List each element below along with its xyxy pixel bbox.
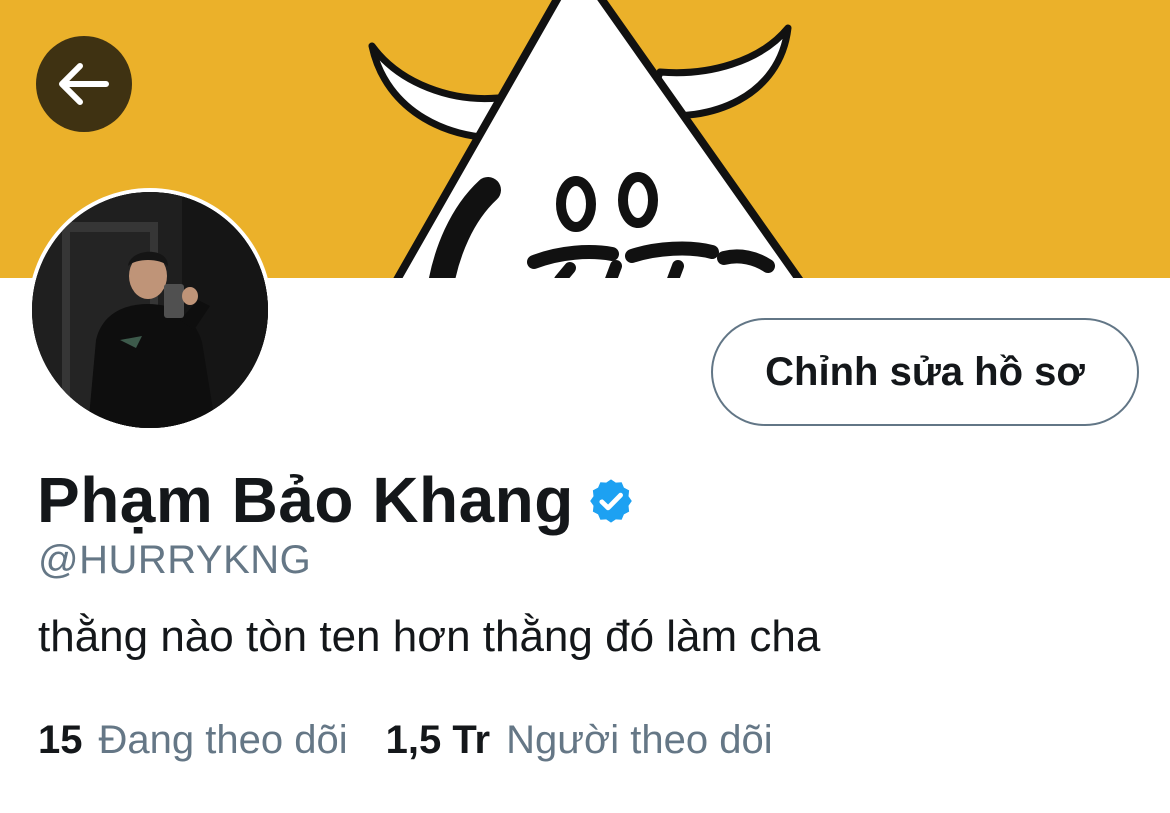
following-count: 15 <box>38 718 83 762</box>
avatar[interactable] <box>28 188 272 432</box>
edit-profile-label: Chỉnh sửa hồ sơ <box>765 349 1085 394</box>
followers-label: Người theo dõi <box>506 718 773 762</box>
profile-photo <box>32 192 268 428</box>
back-button[interactable] <box>36 36 132 132</box>
username-handle: @HURRYKNG <box>38 538 312 582</box>
following-link[interactable]: 15 Đang theo dõi <box>38 718 348 763</box>
display-name: Phạm Bảo Khang <box>37 464 574 536</box>
verified-badge-icon <box>590 479 632 523</box>
profile-page: Chỉnh sửa hồ sơ Phạm Bảo Khang @HURRYKNG… <box>0 0 1170 813</box>
edit-profile-button[interactable]: Chỉnh sửa hồ sơ <box>711 318 1139 426</box>
arrow-left-icon <box>59 63 109 105</box>
following-label: Đang theo dõi <box>98 718 348 762</box>
name-row: Phạm Bảo Khang <box>37 460 636 540</box>
followers-link[interactable]: 1,5 Tr Người theo dõi <box>386 718 773 763</box>
follow-stats: 15 Đang theo dõi 1,5 Tr Người theo dõi <box>38 718 773 763</box>
followers-count: 1,5 Tr <box>385 718 491 762</box>
profile-bio: thằng nào tòn ten hơn thằng đó làm cha <box>38 612 821 661</box>
